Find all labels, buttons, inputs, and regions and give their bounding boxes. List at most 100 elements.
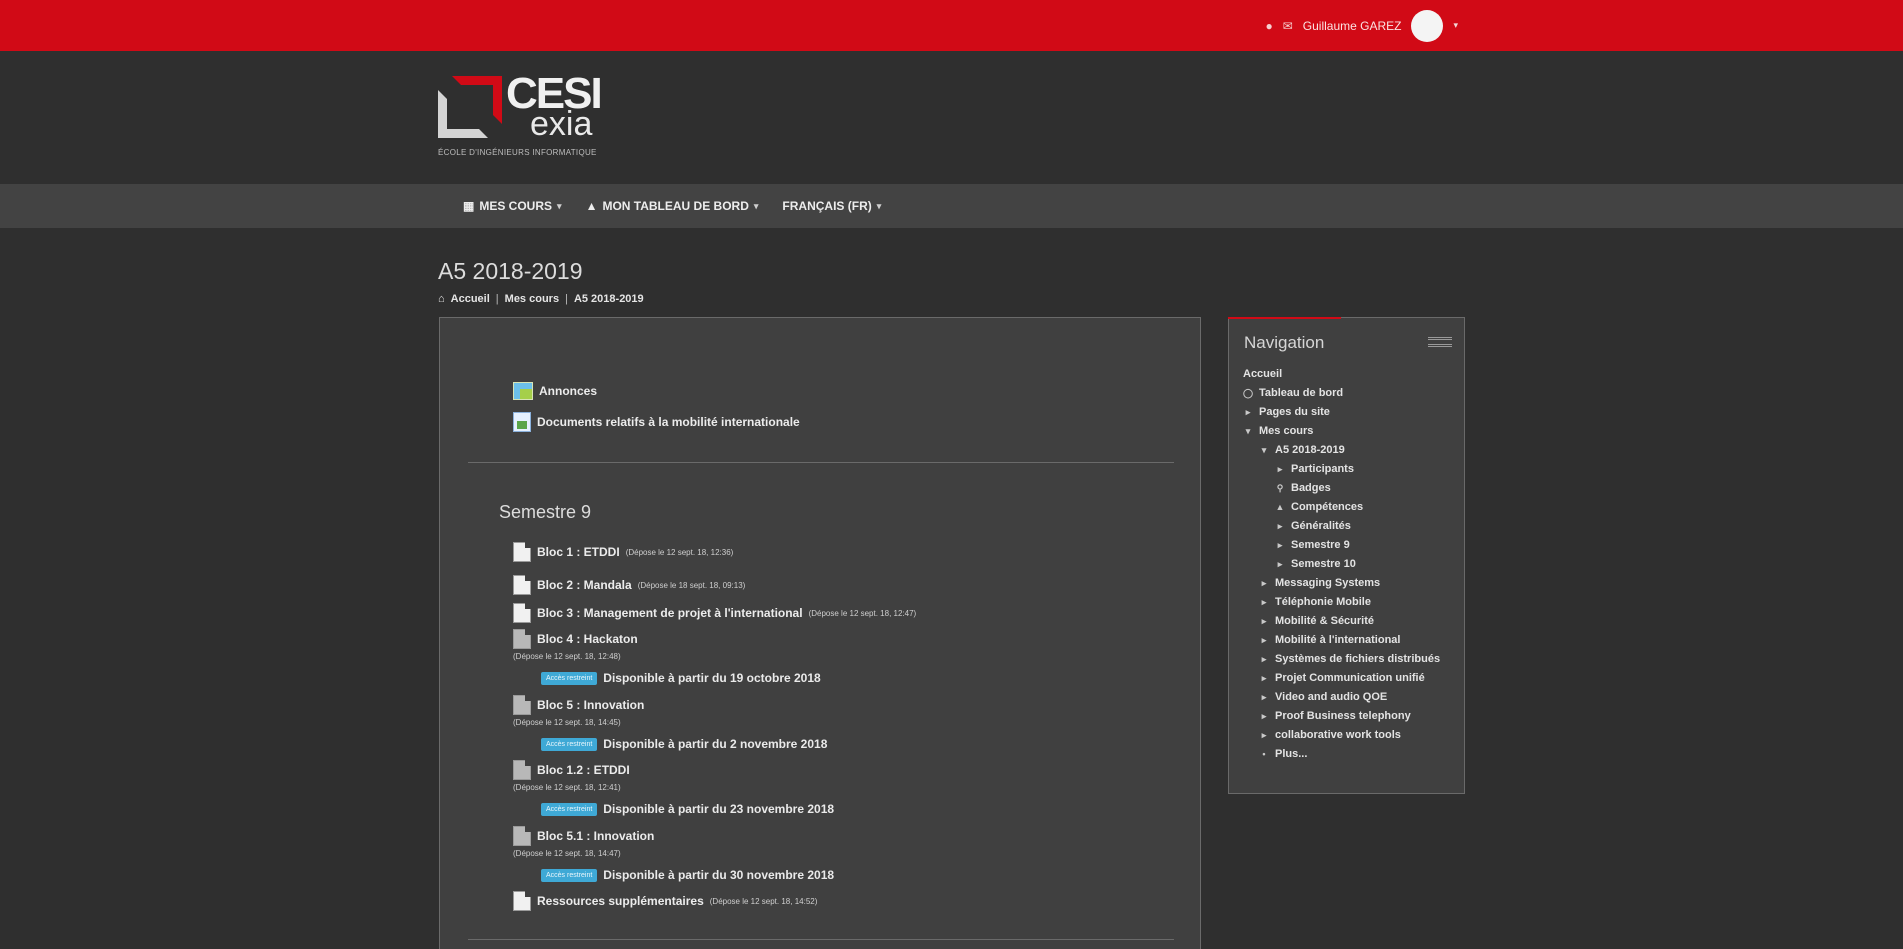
chevron-right-icon: ▸ <box>1261 634 1267 645</box>
nav-tree-item-semestre-9[interactable]: ▸ Semestre 9 <box>1275 539 1350 551</box>
activity-bloc-2[interactable]: Bloc 2 : Mandala (Dépose le 18 sept. 18,… <box>513 575 745 595</box>
breadcrumb-current: A5 2018-2019 <box>573 293 644 305</box>
activity-ressources-supplementaires[interactable]: Ressources supplémentaires (Dépose le 12… <box>513 891 817 911</box>
chevron-down-icon: ▾ <box>1261 444 1267 455</box>
logo-text-sub: exia <box>530 105 593 143</box>
main-navbar: ▦ MES COURS ▾ ▲ MON TABLEAU DE BORD ▾ FR… <box>0 184 1903 228</box>
restricted-badge: Accès restreint <box>541 671 598 685</box>
nav-tree-item-semestre-10[interactable]: ▸ Semestre 10 <box>1275 558 1356 570</box>
courses-icon: ▦ <box>463 199 475 213</box>
navigation-block: Navigation Accueil ◯ Tableau de bord ▸ Pag… <box>1228 317 1465 794</box>
restricted-badge: Accès restreint <box>541 868 598 882</box>
chevron-right-icon: ▸ <box>1261 615 1267 626</box>
forum-icon <box>513 382 533 400</box>
assignment-icon <box>513 760 531 780</box>
assignment-icon <box>513 629 531 649</box>
chevron-down-icon: ▾ <box>1245 425 1251 436</box>
nav-tree-item-telephonie[interactable]: ▸ Téléphonie Mobile <box>1259 596 1371 608</box>
user-menu[interactable]: ● ✉ Guillaume GAREZ ▾ <box>1265 0 1458 51</box>
logo-tagline: ÉCOLE D'INGÉNIEURS INFORMATIQUE <box>438 148 597 157</box>
restricted-badge: Accès restreint <box>541 737 598 751</box>
nav-tree-item-accueil[interactable]: Accueil <box>1243 368 1282 380</box>
chevron-down-icon: ▾ <box>876 200 882 211</box>
section-divider <box>468 939 1174 940</box>
chevron-right-icon: ▸ <box>1261 672 1267 683</box>
chevron-right-icon: ▸ <box>1261 710 1267 721</box>
nav-tree-item-generalites[interactable]: ▸ Généralités <box>1275 520 1351 532</box>
breadcrumb-home[interactable]: Accueil <box>451 293 490 305</box>
chevron-right-icon: ▸ <box>1277 539 1283 550</box>
assignment-icon <box>513 891 531 911</box>
message-icon[interactable]: ✉ <box>1283 19 1293 33</box>
assignment-icon <box>513 826 531 846</box>
nav-tree-item-competences[interactable]: ▲ Compétences <box>1275 501 1364 513</box>
activity-bloc-4: Bloc 4 : Hackaton <box>513 629 638 649</box>
nav-tree-item-mobilite-international[interactable]: ▸ Mobilité à l'international <box>1259 634 1401 646</box>
chevron-down-icon: ▾ <box>557 200 562 211</box>
section-title: Semestre 9 <box>499 502 592 522</box>
nav-tree-item-mobilite-securite[interactable]: ▸ Mobilité & Sécurité <box>1259 615 1374 627</box>
chevron-right-icon: ▸ <box>1261 729 1267 740</box>
chevron-down-icon: ▾ <box>753 200 759 211</box>
nav-tree-item-messaging[interactable]: ▸ Messaging Systems <box>1259 577 1380 589</box>
section-divider <box>468 462 1174 463</box>
assignment-icon <box>513 603 531 623</box>
nav-tree-item-badges[interactable]: ⚲ Badges <box>1275 482 1331 494</box>
nav-tree-item-video-audio[interactable]: ▸ Video and audio QOE <box>1259 691 1388 703</box>
dashboard-icon: ◯ <box>1243 387 1254 398</box>
chevron-down-icon[interactable]: ▾ <box>1453 20 1458 31</box>
resource-annonces[interactable]: Annonces <box>513 382 597 400</box>
nav-tree-item-collaborative[interactable]: ▸ collaborative work tools <box>1259 729 1401 741</box>
restriction-info: Accès restreint Disponible à partir du 1… <box>541 671 821 685</box>
chevron-right-icon: ▸ <box>1245 406 1251 417</box>
activity-bloc-1-2: Bloc 1.2 : ETDDI <box>513 760 630 780</box>
activity-bloc-1[interactable]: Bloc 1 : ETDDI (Dépose le 12 sept. 18, 1… <box>513 542 733 562</box>
bullet-icon: • <box>1262 749 1266 759</box>
chevron-right-icon: ▸ <box>1277 558 1283 569</box>
nav-language[interactable]: FRANÇAIS (FR) ▾ <box>782 199 881 213</box>
nav-tree-item-projet-communication[interactable]: ▸ Projet Communication unifié <box>1259 672 1425 684</box>
file-icon <box>513 412 531 432</box>
avatar[interactable] <box>1411 9 1444 42</box>
dashboard-icon: ▲ <box>585 199 598 213</box>
breadcrumb-mes-cours[interactable]: Mes cours <box>505 293 559 305</box>
assignment-icon <box>513 542 531 562</box>
block-accent <box>1228 317 1341 319</box>
nav-mes-cours[interactable]: ▦ MES COURS ▾ <box>463 199 562 213</box>
nav-tree-item-a5[interactable]: ▾ A5 2018-2019 <box>1259 444 1345 456</box>
activity-bloc-5-1: Bloc 5.1 : Innovation <box>513 826 654 846</box>
activity-bloc-3[interactable]: Bloc 3 : Management de projet à l'intern… <box>513 603 916 623</box>
activity-meta: (Dépose le 12 sept. 18, 14:45) <box>513 718 621 727</box>
block-collapse-icon[interactable] <box>1428 337 1452 347</box>
restriction-info: Accès restreint Disponible à partir du 2… <box>541 802 834 816</box>
nav-tree-item-participants[interactable]: ▸ Participants <box>1275 463 1354 475</box>
assignment-icon <box>513 575 531 595</box>
nav-tableau-de-bord[interactable]: ▲ MON TABLEAU DE BORD ▾ <box>586 199 759 213</box>
nav-tree-item-tableau-de-bord[interactable]: ◯ Tableau de bord <box>1243 387 1343 399</box>
chevron-right-icon: ▸ <box>1277 520 1283 531</box>
resource-mobilite-docs[interactable]: Documents relatifs à la mobilité interna… <box>513 412 800 432</box>
breadcrumb-separator: | <box>565 293 568 305</box>
home-icon: ⌂ <box>438 293 445 305</box>
breadcrumb-separator: | <box>495 293 499 305</box>
restricted-badge: Accès restreint <box>541 802 598 816</box>
logo-mark-icon <box>438 76 504 138</box>
course-content: Annonces Documents relatifs à la mobilit… <box>439 317 1201 949</box>
nav-tree-item-proof-business[interactable]: ▸ Proof Business telephony <box>1259 710 1411 722</box>
page-title: A5 2018-2019 <box>438 258 583 284</box>
breadcrumb: ⌂ Accueil | Mes cours | A5 2018-2019 <box>438 293 644 305</box>
nav-tree-item-plus[interactable]: • Plus... <box>1259 748 1307 760</box>
activity-meta: (Dépose le 12 sept. 18, 14:47) <box>513 849 621 858</box>
notification-icon[interactable]: ● <box>1265 19 1272 33</box>
nav-tree-item-pages-du-site[interactable]: ▸ Pages du site <box>1243 406 1330 418</box>
chevron-right-icon: ▸ <box>1261 691 1267 702</box>
restriction-info: Accès restreint Disponible à partir du 2… <box>541 737 827 751</box>
site-logo[interactable]: CESI exia ÉCOLE D'INGÉNIEURS INFORMATIQU… <box>438 72 668 164</box>
chevron-right-icon: ▸ <box>1277 463 1283 474</box>
nav-tree-item-systemes-fichiers[interactable]: ▸ Systèmes de fichiers distribués <box>1259 653 1440 665</box>
competency-icon: ▲ <box>1275 502 1285 512</box>
activity-meta: (Dépose le 12 sept. 18, 12:41) <box>513 783 621 792</box>
user-name[interactable]: Guillaume GAREZ <box>1303 19 1402 33</box>
nav-tree-item-mes-cours[interactable]: ▾ Mes cours <box>1243 425 1314 437</box>
trophy-icon: ⚲ <box>1276 482 1284 493</box>
